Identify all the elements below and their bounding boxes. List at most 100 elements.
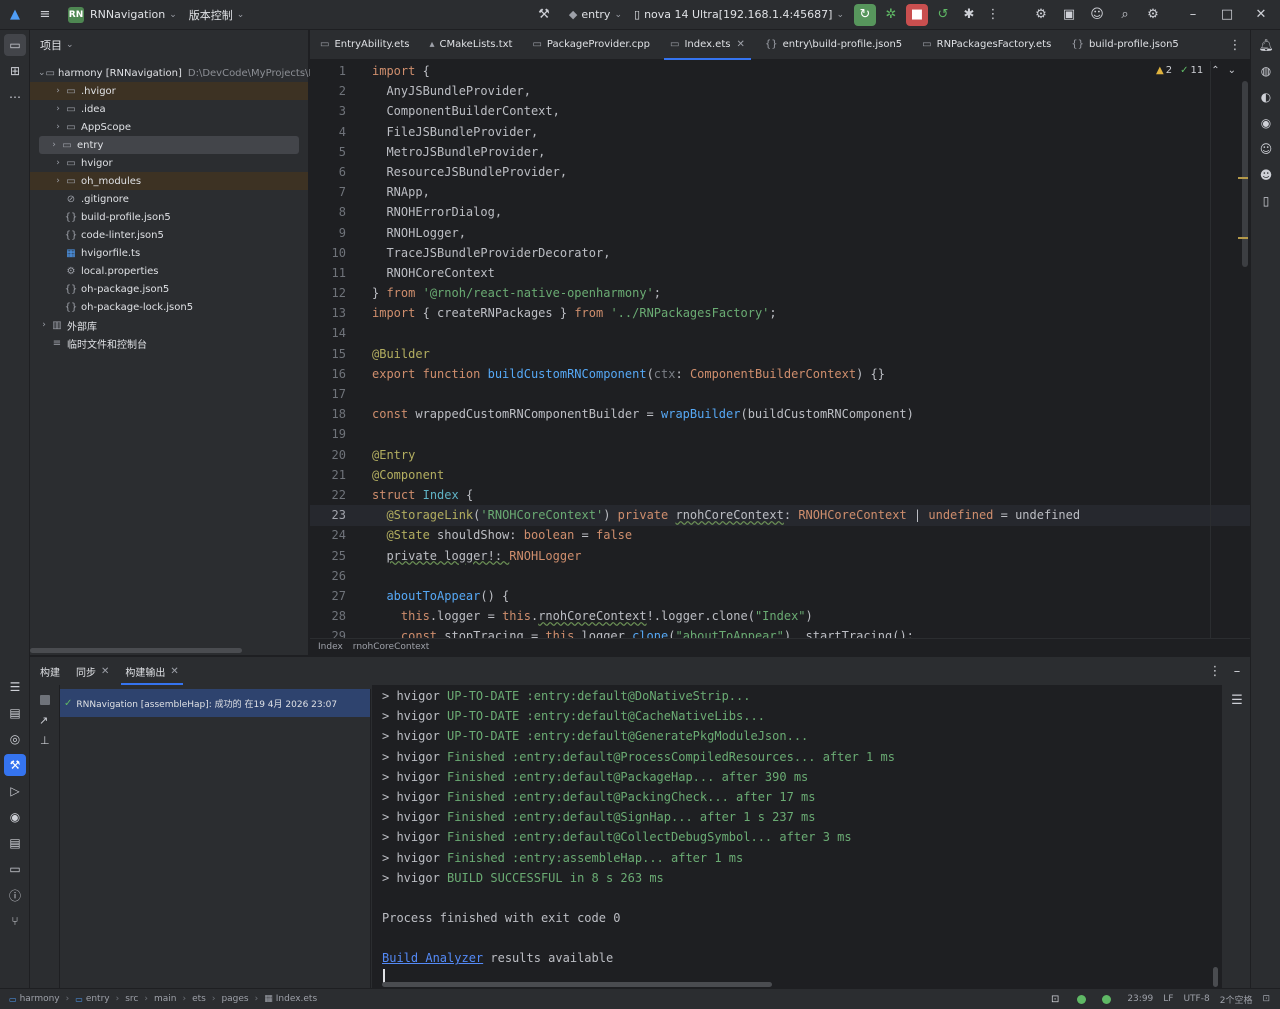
chevron-down-icon[interactable]: ⌄ bbox=[1228, 65, 1236, 76]
close-tab-icon[interactable]: ✕ bbox=[170, 666, 178, 677]
file-encoding[interactable]: UTF-8 bbox=[1183, 994, 1209, 1004]
editor-tab[interactable]: ▭ RNPackagesFactory.ets bbox=[912, 30, 1061, 60]
tree-item[interactable]: {} oh-package.json5 bbox=[30, 280, 308, 298]
structure-icon[interactable]: ⊞ bbox=[4, 60, 26, 82]
editor-tab[interactable]: {} entry\build-profile.json5 bbox=[755, 30, 912, 60]
hide-panel-icon[interactable]: – bbox=[1226, 660, 1248, 682]
tree-item[interactable]: › ▭ oh_modules bbox=[30, 172, 308, 190]
code-content[interactable]: import { AnyJSBundleProvider, ComponentB… bbox=[372, 61, 1212, 638]
horizontal-scrollbar[interactable] bbox=[382, 982, 772, 987]
cursor-position[interactable]: 23:99 bbox=[1127, 994, 1153, 1004]
more-options-icon[interactable]: ⋮ bbox=[1204, 660, 1226, 682]
pin-icon[interactable]: ⊥ bbox=[40, 734, 59, 747]
database-icon[interactable]: ▤ bbox=[4, 702, 26, 724]
status-crumb[interactable]: ▦ Index.ets bbox=[261, 994, 320, 1004]
codegenie-icon[interactable]: ⊡ bbox=[1051, 994, 1059, 1005]
console-scrollbar[interactable] bbox=[1213, 967, 1218, 987]
minimize-icon[interactable]: – bbox=[1182, 4, 1204, 26]
bottom-tab[interactable]: 构建 bbox=[32, 657, 68, 685]
tree-item[interactable]: {} oh-package-lock.json5 bbox=[30, 298, 308, 316]
project-panel-header[interactable]: 项目 ⌄ bbox=[30, 30, 308, 60]
tree-item[interactable]: › ▥ 外部库 bbox=[30, 316, 308, 334]
apply-changes-icon[interactable]: ↺ bbox=[932, 4, 954, 26]
app-logo-icon[interactable]: ▲ bbox=[4, 4, 26, 26]
tree-item[interactable]: › ▭ .hvigor bbox=[30, 82, 308, 100]
account-icon[interactable]: ☺ bbox=[1086, 4, 1108, 26]
build-result-row[interactable]: ✓ RNNavigation [assembleHap]: 成功的 在19 4月… bbox=[60, 689, 370, 717]
tree-item[interactable]: ▦ hvigorfile.ts bbox=[30, 244, 308, 262]
plugin-icon[interactable]: ⚙ bbox=[1030, 4, 1052, 26]
status-ok-dot[interactable] bbox=[1077, 994, 1087, 1004]
chevron-down-icon[interactable]: ⌄ bbox=[38, 68, 46, 78]
close-tab-icon[interactable]: ✕ bbox=[101, 666, 109, 677]
chevron-right-icon[interactable]: › bbox=[52, 158, 64, 168]
close-icon[interactable]: ✕ bbox=[1250, 4, 1272, 26]
status-crumb[interactable]: ▭ harmony bbox=[6, 994, 63, 1004]
maximize-icon[interactable]: □ bbox=[1216, 4, 1238, 26]
stop-build-icon[interactable] bbox=[40, 695, 50, 705]
status-crumb[interactable]: main bbox=[151, 994, 180, 1004]
tree-item[interactable]: ≡ 临时文件和控制台 bbox=[30, 334, 308, 352]
tree-item[interactable]: {} code-linter.json5 bbox=[30, 226, 308, 244]
breadcrumb-item[interactable]: Index bbox=[318, 642, 343, 652]
debug-bug-icon[interactable]: ✲ bbox=[880, 4, 902, 26]
build-hammer-icon[interactable]: ⚒ bbox=[533, 4, 555, 26]
tree-item[interactable]: › ▭ hvigor bbox=[30, 154, 308, 172]
more-actions-icon[interactable]: ⋮ bbox=[982, 4, 1004, 26]
status-crumb[interactable]: src bbox=[122, 994, 141, 1004]
tree-item[interactable]: ⌄ ▭ harmony [RNNavigation] D:\DevCode\MyPro… bbox=[30, 64, 336, 82]
problems-icon[interactable]: ⓘ bbox=[4, 884, 26, 906]
inspection-widget[interactable]: ▲ 2 ✓ 11 ⌃ ⌄ bbox=[1156, 65, 1236, 76]
stop-icon[interactable]: ■ bbox=[906, 3, 928, 26]
chevron-right-icon[interactable]: › bbox=[52, 122, 64, 132]
tree-item[interactable]: › ▭ AppScope bbox=[30, 118, 308, 136]
tree-item[interactable]: {} build-profile.json5 bbox=[30, 208, 308, 226]
project-switcher[interactable]: RN RNNavigation ⌄ bbox=[62, 0, 183, 30]
tree-item[interactable]: ⚙ local.properties bbox=[30, 262, 308, 280]
device-selector[interactable]: ▯ nova 14 Ultra[192.168.1.4:45687] ⌄ bbox=[628, 0, 850, 30]
chevron-right-icon[interactable]: › bbox=[38, 320, 50, 330]
tree-item[interactable]: ⊘ .gitignore bbox=[30, 190, 308, 208]
editor-tab[interactable]: ▭ PackageProvider.cpp bbox=[522, 30, 660, 60]
vcs-menu[interactable]: 版本控制 ⌄ bbox=[183, 0, 251, 30]
log-icon[interactable]: ▤ bbox=[4, 832, 26, 854]
main-menu-icon[interactable]: ≡ bbox=[34, 4, 56, 26]
status-crumb[interactable]: ▭ entry bbox=[72, 994, 112, 1004]
read-only-lock-icon[interactable]: ⊡ bbox=[1262, 994, 1270, 1004]
view-eye-icon[interactable]: ◉ bbox=[1255, 112, 1277, 134]
status-crumb[interactable]: ets bbox=[189, 994, 209, 1004]
breadcrumb-item[interactable]: rnohCoreContext bbox=[353, 642, 430, 652]
open-external-icon[interactable]: ↗ bbox=[39, 714, 59, 727]
ai-assistant-icon[interactable]: ☺ bbox=[1255, 138, 1277, 160]
editor-tab[interactable]: {} build-profile.json5 bbox=[1061, 30, 1189, 60]
chevron-right-icon[interactable]: › bbox=[52, 86, 64, 96]
device-manager-icon[interactable]: ▣ bbox=[1058, 4, 1080, 26]
attach-debugger-icon[interactable]: ✱ bbox=[958, 4, 980, 26]
profiler-icon[interactable]: ◎ bbox=[4, 728, 26, 750]
editor-tab[interactable]: ▴ CMakeLists.txt bbox=[419, 30, 522, 60]
chevron-right-icon[interactable]: › bbox=[52, 176, 64, 186]
chevron-right-icon[interactable]: › bbox=[48, 140, 60, 150]
tree-item[interactable]: › ▭ .idea bbox=[30, 100, 308, 118]
module-selector[interactable]: ◆ entry ⌄ bbox=[563, 0, 628, 30]
close-tab-icon[interactable]: ✕ bbox=[736, 39, 744, 50]
codelinter-icon[interactable]: ◐ bbox=[1255, 86, 1277, 108]
build-output-icon[interactable]: ⚒ bbox=[4, 754, 26, 776]
debug-icon[interactable]: ◉ bbox=[4, 806, 26, 828]
horizontal-scrollbar[interactable] bbox=[30, 648, 242, 653]
code-editor[interactable]: 1 2 3 4 5 6 7 8 9 10 11 12 13 14 15 16 17 18 19 20 21 22 23 24 2… bbox=[310, 61, 1250, 638]
tree-item[interactable]: › ▭ entry bbox=[39, 136, 299, 154]
build-console[interactable]: > hvigor UP-TO-DATE :entry:default@DoNat… bbox=[372, 685, 1222, 989]
status-crumb[interactable]: pages bbox=[218, 994, 251, 1004]
rerun-icon[interactable]: ↻ bbox=[854, 3, 876, 26]
chevron-right-icon[interactable]: › bbox=[52, 104, 64, 114]
line-separator[interactable]: LF bbox=[1163, 994, 1173, 1004]
device-icon[interactable]: ▯ bbox=[1255, 190, 1277, 212]
editor-tab[interactable]: ▭ EntryAbility.ets bbox=[310, 30, 419, 60]
vertical-scrollbar[interactable] bbox=[1242, 81, 1248, 267]
emoji-icon[interactable]: ☻ bbox=[1255, 164, 1277, 186]
project-folder-icon[interactable]: ▭ bbox=[4, 34, 26, 56]
run-icon[interactable]: ▷ bbox=[4, 780, 26, 802]
editor-tab[interactable]: ▭ Index.ets ✕ bbox=[660, 30, 755, 60]
previewer-icon[interactable]: ◍ bbox=[1255, 60, 1277, 82]
